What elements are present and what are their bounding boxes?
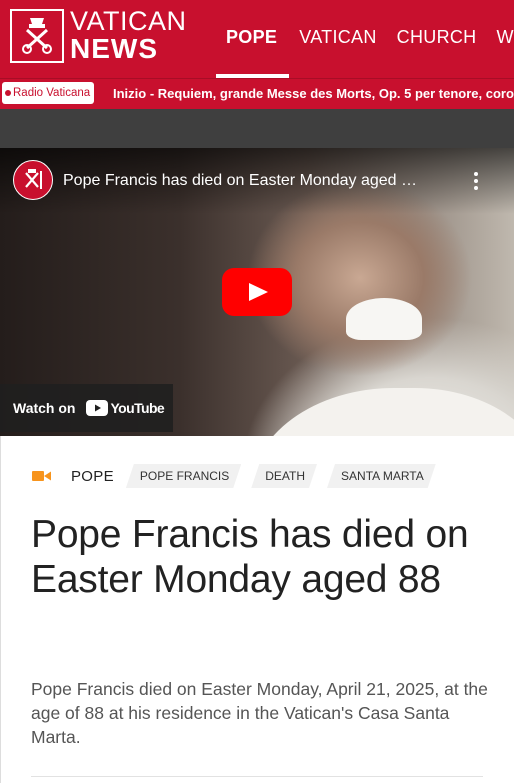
main-nav: POPE VATICAN CHURCH WORLD <box>216 0 514 78</box>
divider <box>31 776 483 777</box>
logo-word-vatican: VATICAN <box>70 6 187 36</box>
video-camera-icon <box>32 471 51 481</box>
section-link-pope[interactable]: POPE <box>71 468 114 485</box>
radio-button-label: Radio Vaticana <box>13 87 91 99</box>
tag-pope-francis[interactable]: POPE FRANCIS <box>126 464 241 488</box>
video-title[interactable]: Pope Francis has died on Easter Monday a… <box>63 172 417 190</box>
grey-band <box>0 109 514 149</box>
tag-santa-marta[interactable]: SANTA MARTA <box>327 464 436 488</box>
video-thumbnail-figure <box>250 388 514 436</box>
watch-on-youtube-button[interactable]: Watch on YouTube <box>0 384 173 432</box>
article-tags: POPE POPE FRANCIS DEATH SANTA MARTA <box>32 466 446 486</box>
radio-vaticana-button[interactable]: Radio Vaticana <box>2 82 95 104</box>
radio-now-playing[interactable]: Inizio - Requiem, grande Messe des Morts… <box>113 79 514 109</box>
live-dot-icon <box>5 90 11 96</box>
channel-logo-icon[interactable] <box>13 160 53 200</box>
radio-strip: Radio Vaticana Inizio - Requiem, grande … <box>0 78 514 109</box>
article-summary: Pope Francis died on Easter Monday, Apri… <box>31 679 488 747</box>
youtube-logo-icon: YouTube <box>86 400 165 416</box>
vatican-news-logo[interactable]: VATICAN NEWS <box>10 8 187 63</box>
video-thumbnail-cap <box>346 298 422 340</box>
nav-item-pope[interactable]: POPE <box>216 0 290 78</box>
keys-emblem-icon <box>10 8 64 63</box>
more-vert-icon[interactable] <box>468 170 484 192</box>
logo-word-news: NEWS <box>70 33 158 64</box>
nav-item-world[interactable]: WORLD <box>486 0 514 78</box>
watch-on-label: Watch on <box>13 400 76 416</box>
youtube-wordmark: YouTube <box>110 400 165 416</box>
tag-death[interactable]: DEATH <box>251 464 317 488</box>
nav-item-vatican[interactable]: VATICAN <box>289 0 386 78</box>
site-header: VATICAN NEWS POPE VATICAN CHURCH WORLD <box>0 0 514 78</box>
play-icon[interactable] <box>222 268 292 316</box>
article-headline: Pope Francis has died on Easter Monday a… <box>31 513 469 601</box>
nav-item-church[interactable]: CHURCH <box>387 0 487 78</box>
